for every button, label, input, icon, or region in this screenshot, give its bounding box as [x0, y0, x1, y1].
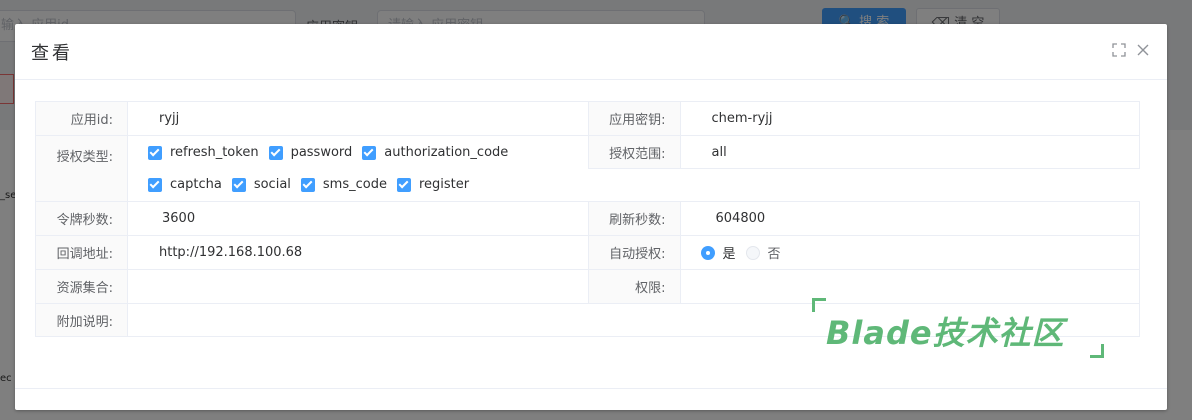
dialog-header: 查看	[15, 24, 1167, 80]
additional-info-label: 附加说明:	[36, 304, 128, 336]
refresh-token-validity-value: 604800	[715, 211, 766, 226]
close-icon[interactable]	[1135, 42, 1151, 58]
radio-no[interactable]: 否	[745, 243, 781, 262]
checkbox-checked-icon	[362, 145, 377, 160]
access-token-validity-cell: 令牌秒数: 3600	[35, 201, 588, 235]
dialog-title: 查看	[31, 43, 73, 64]
scope-label: 授权范围:	[588, 136, 681, 168]
dialog-footer-divider	[15, 388, 1167, 389]
auto-approve-label: 自动授权:	[588, 236, 681, 269]
client-id-cell: 应用id: ryjj	[35, 101, 588, 135]
grant-types-label: 授权类型:	[36, 136, 128, 201]
watermark-bracket-icon	[812, 298, 826, 312]
checkbox-checked-icon	[148, 177, 162, 192]
client-id-value: ryjj	[159, 111, 180, 126]
grant-types-cell: 授权类型: refresh_token password authorizati…	[35, 135, 588, 201]
checkbox-sms-code[interactable]: sms_code	[300, 177, 387, 192]
checkbox-checked-icon	[300, 177, 315, 192]
radio-selected-icon	[700, 245, 715, 260]
checkbox-authorization-code[interactable]: authorization_code	[362, 145, 508, 160]
radio-yes[interactable]: 是	[700, 243, 736, 262]
scope-cell: 授权范围: all	[587, 135, 1140, 169]
authorities-label: 权限:	[588, 270, 681, 303]
grant-types-checkbox-group: refresh_token password authorization_cod…	[128, 136, 518, 201]
client-secret-label: 应用密钥:	[588, 102, 681, 135]
scope-value: all	[711, 144, 727, 160]
redirect-uri-label: 回调地址:	[36, 236, 128, 269]
client-secret-cell: 应用密钥: chem-ryjj	[587, 101, 1140, 135]
client-id-label: 应用id:	[36, 102, 128, 135]
watermark-text: Blade技术社区	[826, 314, 1065, 352]
checkbox-captcha[interactable]: captcha	[148, 177, 222, 192]
redirect-uri-value: http://192.168.100.68	[159, 245, 303, 260]
checkbox-checked-icon	[396, 177, 411, 192]
checkbox-register[interactable]: register	[396, 177, 469, 192]
access-token-validity-label: 令牌秒数:	[36, 202, 128, 235]
refresh-token-validity-label: 刷新秒数:	[588, 202, 681, 235]
checkbox-social[interactable]: social	[231, 177, 291, 192]
checkbox-checked-icon	[231, 177, 246, 192]
checkbox-password[interactable]: password	[268, 145, 352, 160]
redirect-uri-cell: 回调地址: http://192.168.100.68	[35, 235, 588, 269]
checkbox-checked-icon	[268, 145, 283, 160]
client-secret-value: chem-ryjj	[711, 111, 773, 126]
checkbox-refresh-token[interactable]: refresh_token	[148, 145, 259, 160]
refresh-token-validity-cell: 刷新秒数: 604800	[587, 201, 1140, 235]
watermark-bracket-icon	[1090, 344, 1104, 358]
access-token-validity-value: 3600	[162, 211, 196, 226]
auto-approve-cell: 自动授权: 是 否	[587, 235, 1140, 269]
fullscreen-icon[interactable]	[1111, 42, 1127, 58]
resource-ids-label: 资源集合:	[36, 270, 128, 303]
checkbox-checked-icon	[148, 145, 162, 160]
radio-unselected-icon	[745, 245, 760, 260]
resource-ids-cell: 资源集合:	[35, 269, 588, 303]
resource-ids-value	[128, 270, 588, 303]
watermark: Blade技术社区	[808, 296, 1108, 360]
auto-approve-radio-group: 是 否	[681, 236, 1140, 269]
